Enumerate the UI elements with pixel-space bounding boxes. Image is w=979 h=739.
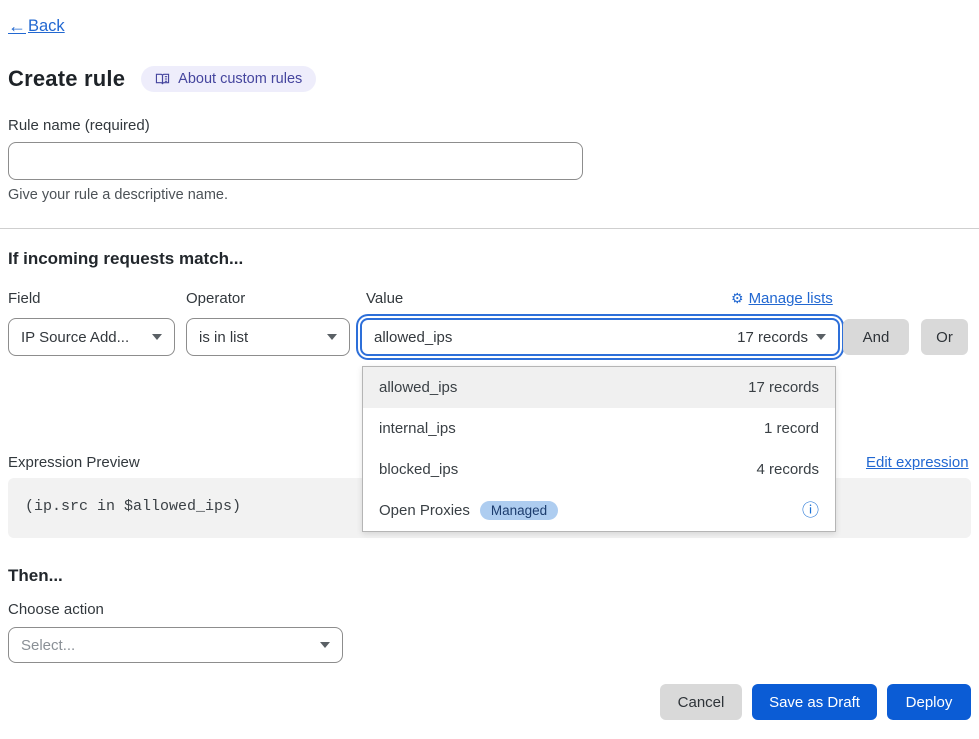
back-link[interactable]: ←Back [8, 16, 65, 37]
section-divider [0, 228, 979, 229]
title-row: Create rule About custom rules [8, 66, 316, 92]
back-link-label: Back [28, 17, 65, 36]
choose-action-label: Choose action [8, 601, 104, 618]
list-item-internal-ips[interactable]: internal_ips 1 record [363, 408, 835, 449]
value-select-record-count: 17 records [737, 329, 808, 346]
rule-name-label: Rule name (required) [8, 117, 150, 134]
value-label: Value [366, 290, 403, 307]
cancel-button[interactable]: Cancel [660, 684, 742, 720]
expression-code: (ip.src in $allowed_ips) [25, 498, 241, 515]
action-select-placeholder: Select... [21, 637, 312, 654]
chevron-down-icon [327, 334, 337, 340]
list-item-name: internal_ips [379, 420, 754, 437]
list-item-name: blocked_ips [379, 461, 746, 478]
list-item-name: Open Proxies [379, 502, 470, 519]
field-select[interactable]: IP Source Add... [8, 318, 175, 356]
field-label: Field [8, 290, 41, 307]
operator-select[interactable]: is in list [186, 318, 350, 356]
list-item-name: allowed_ips [379, 379, 738, 396]
list-item-record-count: 17 records [748, 379, 819, 396]
footer-actions: Cancel Save as Draft Deploy [660, 684, 971, 720]
list-item-allowed-ips[interactable]: allowed_ips 17 records [363, 367, 835, 408]
managed-badge: Managed [480, 501, 558, 520]
about-custom-rules-label: About custom rules [178, 71, 302, 87]
chevron-down-icon [152, 334, 162, 340]
deploy-button[interactable]: Deploy [887, 684, 971, 720]
manage-lists-label: Manage lists [749, 290, 833, 307]
action-select[interactable]: Select... [8, 627, 343, 663]
about-custom-rules-link[interactable]: About custom rules [141, 66, 316, 92]
page-title: Create rule [8, 66, 125, 92]
field-select-value: IP Source Add... [21, 329, 144, 346]
list-item-record-count: 1 record [764, 420, 819, 437]
match-section-heading: If incoming requests match... [8, 249, 243, 269]
then-section-heading: Then... [8, 566, 63, 586]
operator-select-value: is in list [199, 329, 319, 346]
and-button[interactable]: And [843, 319, 909, 355]
rule-name-input[interactable] [8, 142, 583, 180]
list-item-record-count: 4 records [756, 461, 819, 478]
value-select-value: allowed_ips [374, 329, 729, 346]
save-as-draft-button[interactable]: Save as Draft [752, 684, 877, 720]
edit-expression-link[interactable]: Edit expression [866, 454, 969, 471]
chevron-down-icon [320, 642, 330, 648]
list-dropdown: allowed_ips 17 records internal_ips 1 re… [362, 366, 836, 532]
chevron-down-icon [816, 334, 826, 340]
list-item-open-proxies[interactable]: Open Proxies Managed ⓘ [363, 490, 835, 531]
list-item-blocked-ips[interactable]: blocked_ips 4 records [363, 449, 835, 490]
operator-label: Operator [186, 290, 245, 307]
gear-icon: ⚙ [731, 290, 744, 307]
info-icon[interactable]: ⓘ [802, 502, 819, 519]
back-arrow-icon: ← [8, 16, 26, 37]
rule-name-helper: Give your rule a descriptive name. [8, 187, 228, 203]
or-button[interactable]: Or [921, 319, 968, 355]
expression-preview-label: Expression Preview [8, 454, 140, 471]
value-select[interactable]: allowed_ips 17 records [360, 318, 840, 356]
book-icon [155, 72, 170, 86]
manage-lists-link[interactable]: ⚙ Manage lists [731, 290, 833, 307]
